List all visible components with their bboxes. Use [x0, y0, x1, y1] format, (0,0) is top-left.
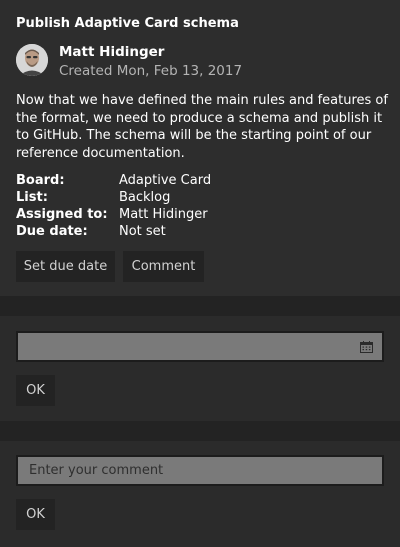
due-date-ok-button[interactable]: OK [16, 375, 55, 406]
fact-set: Board: Adaptive Card List: Backlog Assig… [16, 172, 211, 240]
fact-title: Assigned to: [16, 207, 108, 222]
comment-placeholder: Enter your comment [29, 463, 164, 478]
fact-title: Board: [16, 173, 65, 188]
separator [0, 421, 400, 441]
fact-row-due-date: Due date: Not set [16, 223, 211, 240]
author-name: Matt Hidinger [59, 44, 165, 60]
comment-input[interactable]: Enter your comment [16, 455, 384, 486]
fact-row-assigned-to: Assigned to: Matt Hidinger [16, 206, 211, 223]
fact-value: Not set [119, 224, 166, 239]
fact-value: Matt Hidinger [119, 207, 208, 222]
card-description: Now that we have defined the main rules … [16, 93, 388, 161]
separator [0, 296, 400, 316]
fact-value: Adaptive Card [119, 173, 212, 188]
card-title: Publish Adaptive Card schema [16, 16, 239, 31]
fact-title: List: [16, 190, 48, 205]
comment-button[interactable]: Comment [123, 251, 204, 282]
fact-row-list: List: Backlog [16, 189, 211, 206]
fact-row-board: Board: Adaptive Card [16, 172, 211, 189]
created-date: Created Mon, Feb 13, 2017 [59, 63, 243, 79]
fact-title: Due date: [16, 224, 88, 239]
person-avatar-icon [16, 44, 48, 76]
set-due-date-button[interactable]: Set due date [16, 251, 115, 282]
fact-value: Backlog [119, 190, 171, 205]
avatar [16, 44, 48, 76]
comment-ok-button[interactable]: OK [16, 499, 55, 530]
due-date-input[interactable] [16, 331, 384, 362]
calendar-icon[interactable] [360, 341, 373, 353]
